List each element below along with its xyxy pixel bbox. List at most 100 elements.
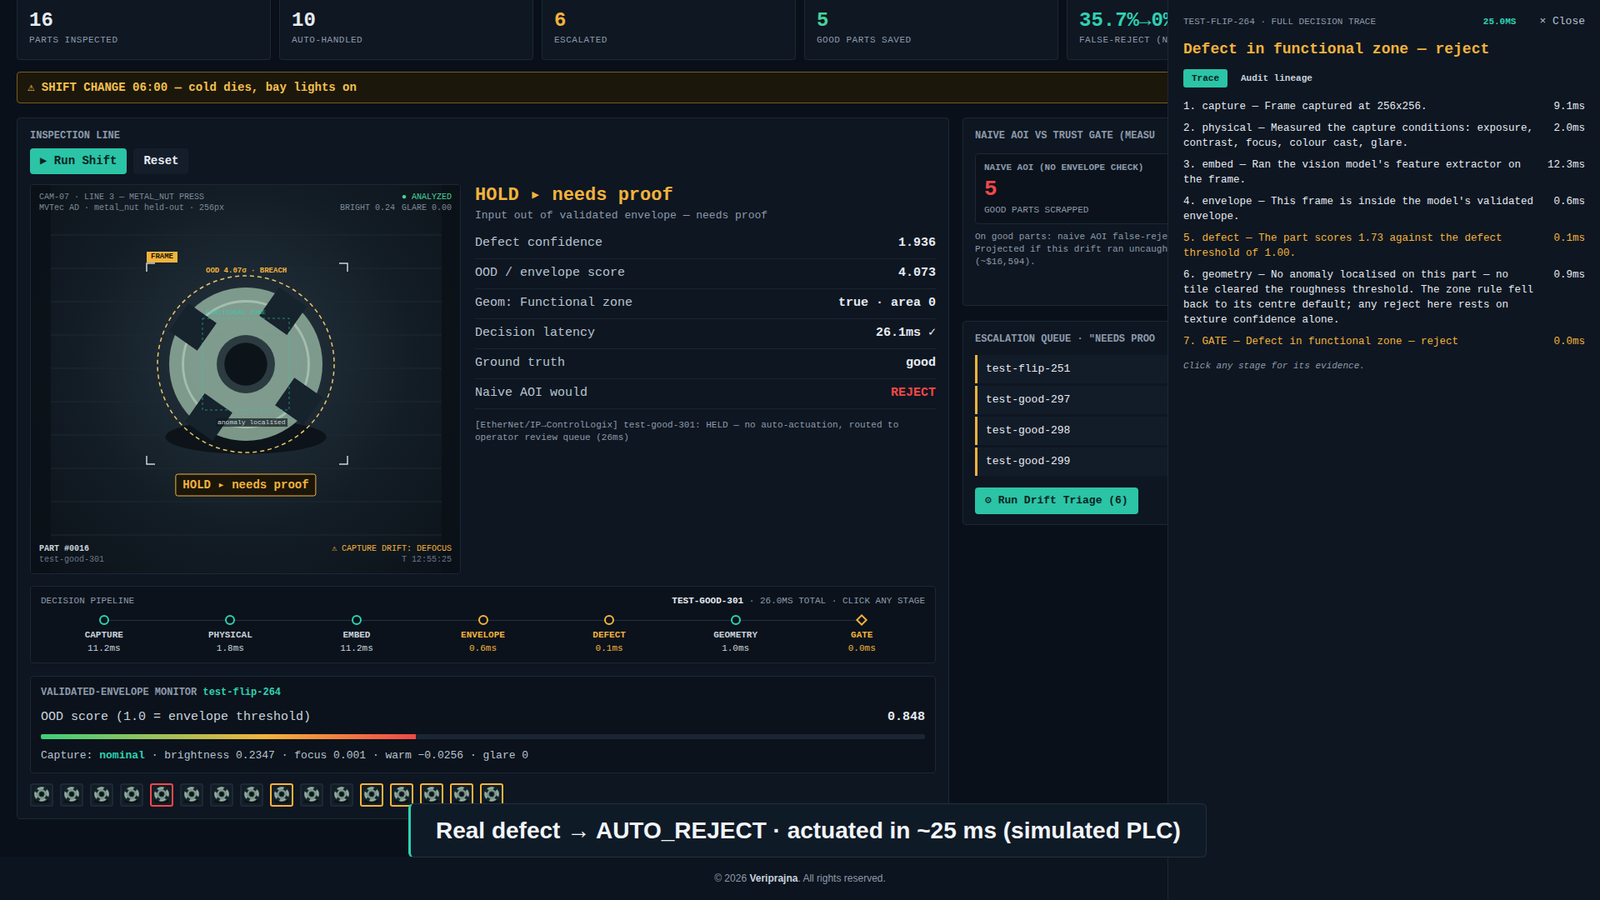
verdict-title: HOLD ▸ needs proof: [475, 184, 936, 208]
stage-dot-icon: [478, 615, 489, 625]
monitor-part: test-flip-264: [202, 686, 281, 699]
trace-step[interactable]: 2. physical — Measured the capture condi…: [1183, 120, 1585, 151]
stat-card: 10AUTO-HANDLED: [279, 0, 534, 60]
drift-triage-button[interactable]: ⚙ Run Drift Triage (6): [975, 487, 1139, 515]
pipeline-stage[interactable]: GATE0.0ms: [798, 615, 925, 656]
toast: Real defect → AUTO_REJECT · actuated in …: [408, 803, 1207, 858]
stat-value: 6: [554, 8, 784, 34]
part-thumbnail[interactable]: [240, 783, 264, 807]
stat-value: 5: [816, 8, 1046, 34]
stage-dot-icon: [730, 615, 741, 625]
trace-title: Defect in functional zone — reject: [1183, 38, 1585, 61]
nut-icon: [361, 785, 382, 805]
part-thumbnail[interactable]: [60, 783, 84, 807]
ood-bar: [40, 734, 925, 740]
camera-reading: GLARE 0.00: [401, 202, 452, 214]
part-thumbnail[interactable]: [330, 783, 354, 807]
monitor-label: OOD score (1.0 = envelope threshold): [40, 708, 311, 728]
part-thumbnail[interactable]: [180, 783, 204, 807]
verdict-row: OOD / envelope score4.073: [475, 259, 936, 290]
pipeline-stage[interactable]: PHYSICAL1.8ms: [167, 615, 295, 656]
pipeline-stage[interactable]: DEFECT0.1ms: [545, 615, 673, 656]
part-thumbnail[interactable]: [390, 783, 414, 807]
pipeline-stage[interactable]: ENVELOPE0.6ms: [420, 615, 547, 656]
camera-status: ● ANALYZED: [340, 191, 452, 203]
nut-thumb: [364, 786, 380, 804]
decision-pipeline: DECISION PIPELINE TEST-GOOD-301 · 26.0MS …: [30, 585, 936, 664]
nut-icon: [271, 785, 292, 805]
nut-icon: [451, 785, 472, 805]
nut-thumb: [274, 786, 290, 804]
nut-icon: [241, 785, 262, 805]
trace-tab[interactable]: Trace: [1183, 69, 1228, 89]
nut-icon: [421, 785, 442, 805]
stat-value: 10: [291, 8, 521, 34]
nut-thumb: [124, 786, 140, 804]
part-thumbnail[interactable]: [30, 783, 54, 807]
trace-step[interactable]: 7. GATE — Defect in functional zone — re…: [1183, 334, 1585, 350]
drift-warning: ⚠ CAPTURE DRIFT: DEFOCUS: [331, 543, 452, 555]
nut-thumb: [64, 786, 80, 804]
part-thumbnail[interactable]: [270, 783, 294, 807]
close-button[interactable]: × Close: [1539, 13, 1585, 30]
verdict-panel: HOLD ▸ needs proofInput out of validated…: [475, 184, 936, 575]
nut-icon: [61, 785, 82, 805]
verdict-subtitle: Input out of validated envelope — needs …: [475, 207, 936, 225]
verdict-row: Naive AOI wouldREJECT: [475, 379, 936, 410]
reset-button[interactable]: Reset: [133, 148, 189, 175]
trace-step[interactable]: 5. defect — The part scores 1.73 against…: [1183, 230, 1585, 261]
nut-icon: [391, 785, 412, 805]
nut-thumb: [214, 786, 230, 804]
nut-icon: [181, 785, 202, 805]
part-thumbnail[interactable]: [120, 783, 144, 807]
part-thumbnail[interactable]: [210, 783, 234, 807]
nut-icon: [331, 785, 352, 805]
stage-dot-icon: [351, 615, 362, 625]
stage-dot-icon: [604, 615, 615, 625]
pipeline-summary: TEST-GOOD-301 · 26.0MS TOTAL · CLICK ANY…: [671, 594, 925, 609]
ood-tag: OOD 4.07σ · BREACH: [205, 265, 287, 276]
trace-hint: Click any stage for its evidence.: [1183, 359, 1585, 374]
run-shift-button[interactable]: ▶ Run Shift: [30, 148, 127, 175]
stage-dot-icon: [225, 615, 235, 625]
verdict-badge: HOLD ▸ needs proof: [175, 474, 316, 497]
nut-icon: [91, 785, 112, 805]
capture-line: Capture: nominal · brightness 0.2347 · f…: [40, 747, 925, 765]
nut-icon: [151, 785, 172, 805]
nut-icon: [211, 785, 232, 805]
anomaly-tag: anomaly localised: [215, 418, 288, 427]
inspection-panel: INSPECTION LINE▶ Run ShiftResetCAM-07 · …: [16, 117, 950, 820]
envelope-monitor: VALIDATED-ENVELOPE MONITOR test-flip-264…: [30, 675, 936, 774]
pipeline-title: DECISION PIPELINE: [40, 594, 135, 609]
nut-thumb: [334, 786, 350, 804]
part-thumbnail[interactable]: [150, 783, 174, 807]
camera-caption: MVTec AD · metal_nut held-out · 256px: [39, 202, 225, 214]
trace-step[interactable]: 4. envelope — This frame is inside the m…: [1183, 194, 1585, 225]
part-thumbnail[interactable]: [300, 783, 324, 807]
trace-step[interactable]: 3. embed — Ran the vision model's featur…: [1183, 157, 1585, 188]
part-thumbnail[interactable]: [90, 783, 114, 807]
verdict-row: Ground truthgood: [475, 349, 936, 380]
stat-card: 16PARTS INSPECTED: [16, 0, 271, 60]
plc-log: [EtherNet/IP→ControlLogix] test-good-301…: [475, 419, 936, 445]
trace-tab[interactable]: Audit lineage: [1232, 69, 1321, 89]
capture-time: T 12:55:25: [331, 554, 452, 565]
inspection-title: INSPECTION LINE: [30, 128, 936, 144]
pipeline-stage[interactable]: EMBED11.2ms: [293, 615, 420, 656]
stat-value: 16: [29, 8, 259, 34]
trace-step[interactable]: 1. capture — Frame captured at 256x256.9…: [1183, 99, 1585, 115]
trace-step[interactable]: 6. geometry — No anomaly localised on th…: [1183, 267, 1585, 328]
nut-icon: [301, 785, 322, 805]
pipeline-stage[interactable]: CAPTURE11.2ms: [40, 615, 168, 656]
frame-tag: FRAME: [146, 251, 178, 263]
pipeline-stage[interactable]: GEOMETRY1.0ms: [672, 615, 800, 656]
nut-thumb: [394, 786, 410, 804]
stat-label: PARTS INSPECTED: [29, 33, 259, 48]
part-number: PART #0016: [39, 543, 105, 555]
nut-thumb: [304, 786, 320, 804]
nut-thumb: [154, 786, 170, 804]
part-thumbnail[interactable]: [360, 783, 384, 807]
trace-drawer: TEST-FLIP-264 · FULL DECISION TRACE25.0M…: [1167, 0, 1600, 900]
stage-dot-icon: [99, 615, 110, 625]
part-id: test-good-301: [39, 554, 105, 565]
